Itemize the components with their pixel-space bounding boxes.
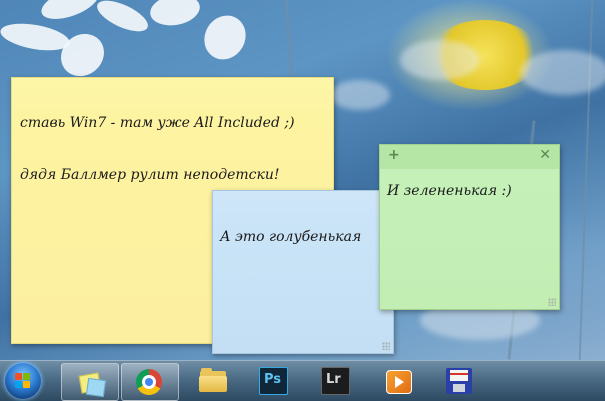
note-header: + ✕ (380, 145, 559, 169)
flower-petal-blur (330, 80, 390, 110)
taskbar-button-chrome[interactable] (121, 363, 179, 401)
sticky-note-green[interactable]: + ✕ И зелененькая :) (379, 144, 560, 310)
note-text[interactable]: А это голубенькая (220, 229, 361, 245)
photoshop-label: Ps (264, 372, 282, 387)
folder-icon[interactable] (199, 367, 227, 395)
media-player-icon[interactable] (385, 367, 413, 395)
start-button[interactable] (4, 362, 42, 400)
note-text[interactable]: И зелененькая :) (387, 183, 512, 199)
flower-petal (92, 0, 153, 38)
lightroom-icon[interactable]: Lr (321, 367, 350, 395)
resize-grip-icon[interactable] (382, 342, 390, 350)
flower-petal-blur (520, 50, 605, 95)
note-text-line[interactable]: дядя Баллмер рулит неподетски! (20, 167, 279, 183)
sticky-note-blue[interactable]: А это голубенькая (212, 190, 394, 354)
close-icon[interactable]: ✕ (539, 147, 551, 163)
note-text-line[interactable]: ставь Win7 - там уже All Included ;) (20, 115, 295, 131)
photoshop-icon[interactable]: Ps (259, 367, 288, 395)
chrome-icon (136, 369, 162, 395)
flower-petal (196, 8, 254, 67)
taskbar-button-sticky-notes[interactable] (61, 363, 119, 401)
lightroom-label: Lr (326, 372, 341, 387)
sticky-notes-icon (78, 370, 107, 398)
flower-petal (147, 0, 203, 30)
flower-petal-blur (400, 40, 480, 80)
resize-grip-icon[interactable] (548, 298, 556, 306)
floppy-disk-icon[interactable] (445, 367, 473, 395)
windows-flag-icon (15, 373, 31, 389)
flower-petal (37, 0, 103, 26)
taskbar: Ps Lr (0, 360, 605, 401)
add-note-icon[interactable]: + (388, 147, 400, 163)
